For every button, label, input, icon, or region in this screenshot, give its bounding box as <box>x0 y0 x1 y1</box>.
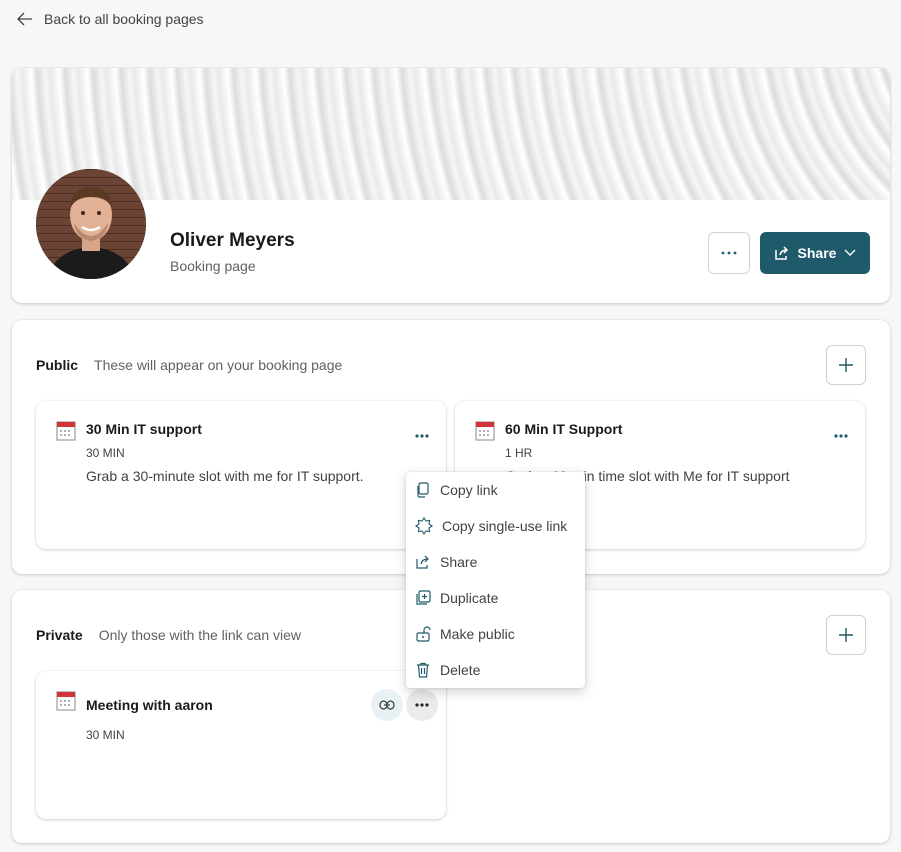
menu-item-share[interactable]: Share <box>406 544 585 580</box>
more-horizontal-icon <box>415 703 429 707</box>
menu-item-label: Duplicate <box>440 590 499 606</box>
service-card[interactable]: Meeting with aaron 30 MIN <box>36 671 446 819</box>
calendar-icon <box>56 421 76 441</box>
service-more-button[interactable] <box>406 420 438 452</box>
avatar <box>36 169 146 279</box>
badge-icon <box>415 517 433 535</box>
menu-item-copy-single-use-link[interactable]: Copy single-use link <box>406 508 585 544</box>
copy-icon <box>417 482 429 498</box>
calendar-icon <box>475 421 495 441</box>
private-section-description: Only those with the link can view <box>98 627 302 643</box>
chevron-down-icon <box>844 249 856 256</box>
duplicate-icon <box>416 590 431 605</box>
menu-item-copy-link[interactable]: Copy link <box>406 472 585 508</box>
public-section-description: These will appear on your booking page <box>94 357 343 373</box>
banner-image <box>12 68 890 200</box>
service-title: 30 Min IT support <box>86 421 202 437</box>
back-link-label: Back to all booking pages <box>44 11 204 27</box>
private-section-header: Private Only those with the link can vie… <box>36 627 301 643</box>
public-section-label: Public <box>36 357 79 373</box>
trash-icon <box>417 662 429 678</box>
more-horizontal-icon <box>721 251 737 255</box>
share-icon <box>416 555 429 569</box>
plus-icon <box>839 358 853 372</box>
menu-item-make-public[interactable]: Make public <box>406 616 585 652</box>
public-section-header: Public These will appear on your booking… <box>36 357 342 373</box>
add-private-service-button[interactable] <box>826 615 866 655</box>
menu-item-delete[interactable]: Delete <box>406 652 585 688</box>
share-button-label: Share <box>797 245 837 261</box>
menu-item-label: Share <box>440 554 478 570</box>
service-duration: 30 MIN <box>86 446 125 460</box>
menu-item-label: Copy single-use link <box>442 518 568 534</box>
service-title: 60 Min IT Support <box>505 421 623 437</box>
menu-item-label: Copy link <box>440 482 498 498</box>
context-menu: Copy link Copy single-use link Share Dup… <box>406 472 585 688</box>
service-title: Meeting with aaron <box>86 697 213 713</box>
profile-subtitle: Booking page <box>170 258 256 274</box>
more-horizontal-icon <box>834 434 848 438</box>
service-duration: 30 MIN <box>86 728 125 742</box>
calendar-icon <box>56 691 76 711</box>
unlock-icon <box>416 626 431 642</box>
service-more-button[interactable] <box>406 689 438 721</box>
private-section-label: Private <box>36 627 83 643</box>
menu-item-label: Make public <box>440 626 515 642</box>
menu-item-label: Delete <box>440 662 481 678</box>
share-icon <box>774 246 788 260</box>
service-card[interactable]: 30 Min IT support 30 MIN Grab a 30-minut… <box>36 401 446 549</box>
add-public-service-button[interactable] <box>826 345 866 385</box>
share-button[interactable]: Share <box>760 232 870 274</box>
profile-card: Oliver Meyers Booking page Share <box>12 68 890 303</box>
profile-name: Oliver Meyers <box>170 230 295 251</box>
service-description: Grab a 30-minute slot with me for IT sup… <box>86 468 364 484</box>
service-more-button[interactable] <box>825 420 857 452</box>
more-horizontal-icon <box>415 434 429 438</box>
link-icon <box>379 700 395 710</box>
back-link[interactable]: Back to all booking pages <box>16 10 204 28</box>
service-duration: 1 HR <box>505 446 533 460</box>
arrow-left-icon <box>17 12 32 26</box>
plus-icon <box>839 628 853 642</box>
more-options-button[interactable] <box>708 232 750 274</box>
menu-item-duplicate[interactable]: Duplicate <box>406 580 585 616</box>
copy-link-button[interactable] <box>371 689 403 721</box>
